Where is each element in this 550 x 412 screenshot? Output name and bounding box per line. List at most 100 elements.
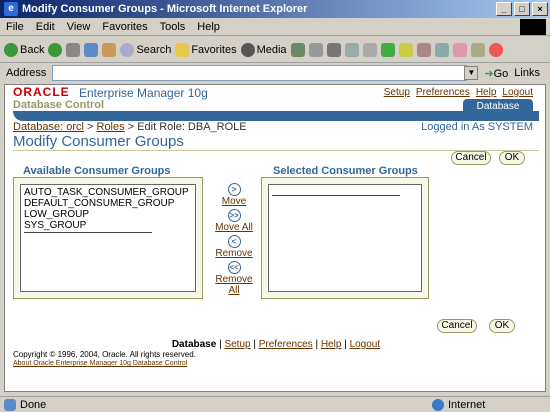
selected-list[interactable] (268, 184, 422, 292)
selected-header: Selected Consumer Groups (273, 165, 418, 177)
tool4-icon[interactable] (470, 42, 485, 57)
ok-button[interactable]: OK (499, 151, 525, 165)
maximize-button[interactable]: □ (514, 2, 530, 16)
close-button[interactable]: × (532, 2, 548, 16)
favorites-icon (175, 42, 190, 57)
zone-indicator: Internet (432, 398, 486, 411)
footer-help-link[interactable]: Help (321, 339, 342, 350)
menu-help[interactable]: Help (197, 21, 220, 33)
tool3-icon[interactable] (452, 42, 467, 57)
help-link[interactable]: Help (476, 87, 497, 98)
go-button[interactable]: ➜Go (484, 67, 508, 80)
copyright: Copyright © 1996, 2004, Oracle. All righ… (13, 350, 196, 359)
zone-label: Internet (448, 398, 486, 411)
available-list[interactable]: AUTO_TASK_CONSUMER_GROUP DEFAULT_CONSUME… (20, 184, 196, 292)
window-title: Modify Consumer Groups - Microsoft Inter… (22, 3, 308, 15)
breadcrumb-roles[interactable]: Roles (97, 121, 125, 133)
move-all-control[interactable]: >> Move All (211, 209, 257, 233)
media-icon (240, 42, 255, 57)
move-all-label: Move All (215, 222, 253, 233)
messenger-icon[interactable] (380, 42, 395, 57)
list-item[interactable]: SYS_GROUP (24, 220, 192, 231)
media-button[interactable]: Media (240, 42, 287, 57)
remove-all-control[interactable]: << Remove All (211, 261, 257, 296)
favorites-button[interactable]: Favorites (175, 42, 237, 57)
ie-icon: e (4, 2, 18, 16)
ok-button-bottom[interactable]: OK (489, 319, 515, 333)
search-label: Search (136, 43, 172, 56)
database-tab[interactable]: Database (463, 99, 533, 121)
remove-all-label-2: All (228, 285, 240, 296)
menu-tools[interactable]: Tools (160, 21, 186, 33)
windows-logo-icon (520, 19, 546, 35)
refresh-icon[interactable] (84, 42, 99, 57)
tool2-icon[interactable] (434, 42, 449, 57)
address-label: Address (6, 67, 47, 79)
about-link[interactable]: About Oracle Enterprise Manager 10g Data… (13, 360, 187, 367)
page-title: Modify Consumer Groups (13, 133, 184, 150)
search-button[interactable]: Search (120, 42, 172, 57)
discuss-icon[interactable] (362, 42, 377, 57)
breadcrumb-sep: > (87, 121, 94, 133)
status-text: Done (20, 398, 47, 411)
preferences-link[interactable]: Preferences (416, 87, 470, 98)
search-icon (120, 42, 135, 57)
forward-icon[interactable] (48, 42, 63, 57)
menu-edit[interactable]: Edit (36, 21, 55, 33)
research-icon[interactable] (398, 42, 413, 57)
breadcrumb-database[interactable]: Database: orcl (13, 121, 84, 133)
back-arrow-icon (4, 42, 18, 57)
page-content: ORACLE Enterprise Manager 10g Database C… (4, 84, 546, 392)
remove-all-icon: << (227, 261, 241, 274)
edit-icon[interactable] (344, 42, 359, 57)
back-button[interactable]: Back (4, 42, 45, 57)
menu-bar: File Edit View Favorites Tools Help (0, 18, 550, 36)
list-item[interactable]: AUTO_TASK_CONSUMER_GROUP (24, 187, 192, 198)
logout-link[interactable]: Logout (502, 87, 533, 98)
footer-database: Database (171, 339, 217, 350)
remove-control[interactable]: < Remove (211, 235, 257, 259)
list-item[interactable]: DEFAULT_CONSUMER_GROUP (24, 198, 192, 209)
remove-label: Remove (215, 248, 253, 259)
footer-logout-link[interactable]: Logout (350, 339, 381, 350)
selected-listbox-frame (261, 177, 429, 299)
menu-favorites[interactable]: Favorites (102, 21, 147, 33)
home-icon[interactable] (102, 42, 117, 57)
stop-icon[interactable] (66, 42, 81, 57)
header-bar (13, 111, 539, 121)
globe-icon (432, 398, 444, 411)
logged-in-label: Logged in As SYSTEM (421, 121, 533, 133)
breadcrumb: Database: orcl > Roles > Edit Role: DBA_… (13, 121, 247, 133)
list-separator (272, 195, 400, 196)
status-bar: Done Internet (0, 396, 550, 412)
tool-icon[interactable] (416, 42, 431, 57)
minimize-button[interactable]: _ (496, 2, 512, 16)
links-button[interactable]: Links (514, 67, 540, 79)
mail-icon[interactable] (308, 42, 323, 57)
breadcrumb-current: Edit Role: DBA_ROLE (137, 121, 247, 133)
address-dropdown[interactable]: ▼ (464, 66, 479, 80)
footer-preferences-link[interactable]: Preferences (259, 339, 313, 350)
favorites-label: Favorites (191, 43, 237, 56)
move-control[interactable]: > Move (211, 183, 257, 207)
page-icon (4, 398, 16, 411)
back-label: Back (20, 43, 45, 56)
cancel-button[interactable]: Cancel (451, 151, 491, 165)
print-icon[interactable] (326, 42, 341, 57)
footer-links: Database | Setup | Preferences | Help | … (171, 339, 381, 350)
footer-setup-link[interactable]: Setup (224, 339, 250, 350)
menu-view[interactable]: View (67, 21, 91, 33)
move-icon: > (227, 183, 241, 196)
menu-file[interactable]: File (6, 21, 24, 33)
global-links: Setup Preferences Help Logout (384, 87, 533, 98)
setup-link[interactable]: Setup (384, 87, 410, 98)
tool5-icon[interactable] (488, 42, 503, 57)
em-title: Enterprise Manager 10g (79, 86, 208, 100)
breadcrumb-sep: > (127, 121, 135, 133)
list-item[interactable]: LOW_GROUP (24, 209, 192, 220)
cancel-button-bottom[interactable]: Cancel (437, 319, 477, 333)
available-header: Available Consumer Groups (23, 165, 171, 177)
history-icon[interactable] (290, 42, 305, 57)
address-input[interactable] (52, 65, 468, 81)
browser-toolbar: Back Search Favorites Media (0, 37, 550, 63)
